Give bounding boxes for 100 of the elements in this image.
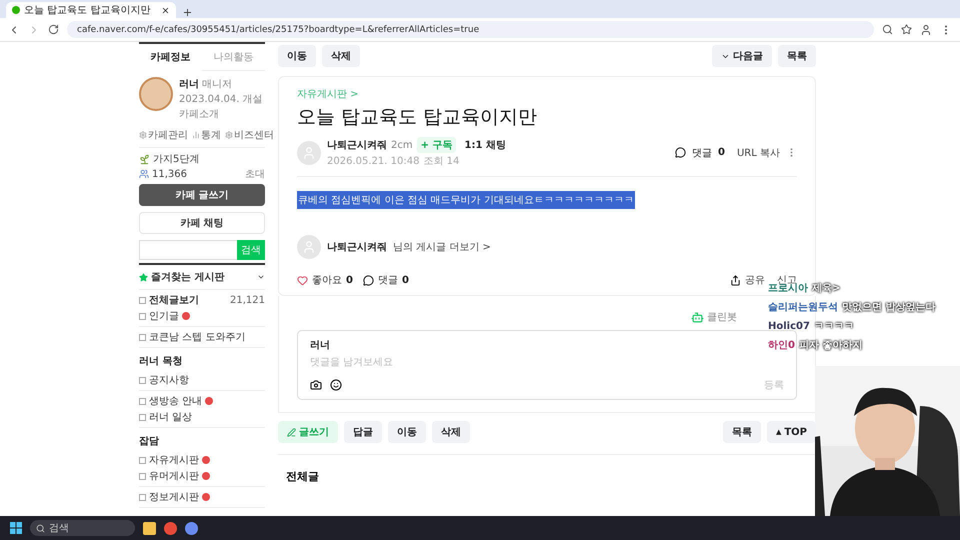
browser-icon[interactable] — [164, 522, 177, 534]
heart-icon[interactable] — [297, 274, 308, 286]
board-icon — [139, 414, 146, 420]
admin-link[interactable]: 비즈센터 — [234, 128, 274, 142]
admin-link[interactable]: 통계 — [201, 128, 221, 142]
board-link[interactable]: 유머게시판 — [149, 469, 199, 483]
board-link[interactable]: 인기글 — [149, 309, 179, 323]
board-icon — [139, 376, 146, 384]
post-body: 큐베의 점심벤픽에 이은 점심 매드무비가 기대되네요ㅌㅋㅋㅋㅋㅋㅋㅋㅋㅋ — [297, 191, 635, 209]
cleanbot-label: 클린봇 — [707, 311, 737, 324]
board-icon — [139, 334, 146, 340]
star-icon — [139, 272, 148, 282]
gear-icon — [225, 131, 233, 139]
search-icon — [36, 524, 45, 532]
list-button[interactable]: 목록 — [778, 45, 816, 67]
comments-label[interactable]: 댓글 — [692, 146, 712, 160]
chat-username: Holic07 — [768, 320, 810, 332]
toolbar-button[interactable]: 삭제 — [432, 421, 470, 443]
caret-icon[interactable] — [257, 273, 265, 281]
url-copy-button[interactable]: URL 복사 — [736, 146, 780, 160]
browser-tab[interactable]: 오늘 탑교육도 탑교육이지만 — [6, 2, 176, 18]
chat-message: ㅋㅋㅋㅋ — [814, 320, 854, 333]
view-count: 조회 14 — [423, 155, 460, 168]
camera-icon[interactable] — [310, 379, 322, 391]
like-label[interactable]: 좋아요 — [312, 273, 342, 287]
board-link[interactable]: 러너 일상 — [149, 410, 192, 424]
windows-icon[interactable] — [10, 522, 22, 534]
chat-message: 피자 좋아하지 — [798, 338, 862, 352]
board-link[interactable]: 정보게시판 — [149, 490, 199, 504]
chat-username: 하인0 — [768, 339, 795, 352]
new-tab-icon[interactable] — [182, 7, 193, 18]
cafe-write-button[interactable]: 카페 글쓰기 — [139, 184, 265, 206]
reload-icon[interactable] — [48, 24, 59, 35]
comments-label[interactable]: 댓글 — [378, 273, 398, 287]
board-icon — [139, 472, 146, 480]
sidebar-tab[interactable]: 카페정보 — [139, 44, 202, 71]
comment-count: 0 — [402, 274, 409, 286]
post-title: 오늘 탑교육도 탑교육이지만 — [297, 105, 538, 130]
list-button[interactable]: 목록 — [722, 421, 761, 443]
close-icon[interactable] — [161, 6, 170, 14]
address-bar[interactable]: cafe.naver.com/f-e/cafes/30955451/articles/25175?boardtype=L&referrerAllArticles=true — [67, 21, 874, 38]
toolbar-button[interactable]: 삭제 — [322, 45, 360, 67]
admin-link[interactable]: 카페관리 — [148, 128, 188, 142]
chart-icon — [192, 131, 200, 139]
author-name[interactable]: 나퇴근시켜줘 — [327, 138, 387, 152]
board-link[interactable]: 자유게시판 — [149, 453, 199, 467]
board-link[interactable]: 생방송 안내 — [149, 394, 202, 408]
like-count: 0 — [346, 274, 353, 286]
more-posts-link[interactable]: 님의 게시글 더보기 > — [393, 240, 491, 254]
gear-icon — [139, 131, 147, 139]
board-link[interactable]: 공지사항 — [149, 373, 189, 387]
favorites-heading[interactable]: 즐겨찾는 게시판 — [151, 270, 224, 284]
chat-message: 맛없으면 밥상엎는다 — [842, 300, 936, 314]
cafe-level: 가지5단계 — [153, 153, 200, 166]
profile-icon[interactable] — [920, 24, 932, 36]
sprout-icon — [139, 154, 150, 164]
role-label: 매니저 — [202, 78, 232, 91]
board-link[interactable]: 코큰남 스텝 도와주기 — [149, 330, 246, 344]
cafe-name: 러너 — [179, 78, 199, 91]
author-level: 2cm — [391, 140, 413, 150]
comment-icon — [675, 147, 686, 158]
star-icon[interactable] — [901, 24, 912, 35]
author-avatar — [297, 235, 321, 259]
toolbar-button[interactable]: 이동 — [388, 421, 426, 443]
chat-username: 슬리퍼는원두석 — [768, 301, 838, 314]
cafe-intro-link[interactable]: 카페소개 — [179, 107, 219, 121]
board-icon — [139, 494, 146, 500]
author-name[interactable]: 나퇴근시켜줘 — [327, 240, 387, 254]
post-count: 21,121 — [230, 294, 265, 306]
board-icon — [139, 312, 146, 320]
share-button[interactable]: 공유 — [745, 273, 765, 287]
board-icon — [139, 398, 146, 404]
invite-link[interactable]: 초대 — [245, 167, 265, 181]
avatar — [139, 77, 173, 111]
toolbar-button[interactable]: 이동 — [278, 45, 316, 67]
browser-icon[interactable] — [185, 522, 198, 534]
members-icon — [139, 169, 149, 179]
comment-icon[interactable] — [362, 274, 374, 286]
board-icon — [139, 456, 146, 464]
cafe-chat-button[interactable]: 카페 채팅 — [139, 212, 265, 234]
chat-message: 제육> — [812, 281, 840, 295]
founded-date: 2023.04.04. 개설 — [179, 93, 263, 106]
next-post-button[interactable]: 다음글 — [712, 45, 772, 67]
comment-count: 0 — [718, 147, 725, 158]
taskbar-search-field[interactable]: 검색 — [30, 520, 135, 536]
toolbar-button[interactable]: 답글 — [344, 421, 382, 443]
member-count: 11,366 — [152, 168, 187, 180]
folder-icon[interactable] — [143, 522, 156, 534]
author-avatar — [297, 140, 321, 164]
share-icon[interactable] — [730, 274, 741, 286]
menu-heading: 러너 목청 — [139, 355, 184, 369]
board-icon — [139, 296, 146, 304]
post-date: 2026.05.21. 10:48 — [327, 156, 420, 166]
search-icon[interactable] — [882, 24, 893, 35]
board-link[interactable]: 전체글보기 — [149, 293, 199, 307]
pencil-icon — [287, 428, 296, 436]
smile-icon[interactable] — [330, 379, 342, 391]
chat-button[interactable]: 1:1 채팅 — [460, 137, 510, 153]
search-field[interactable] — [139, 240, 237, 260]
commenter-name: 러너 — [310, 339, 330, 352]
